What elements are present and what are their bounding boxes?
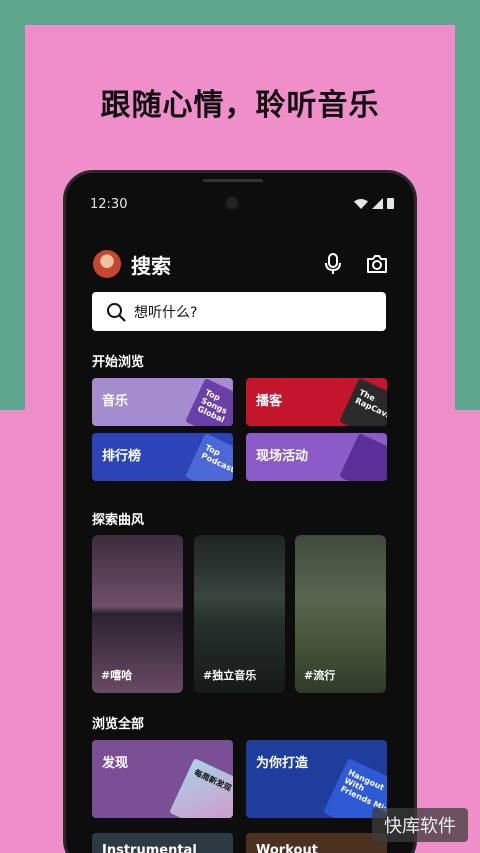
art-text: 每周新发现 [192, 767, 233, 793]
promo-headline: 跟随心情，聆听音乐 [25, 80, 455, 124]
tile-label: Workout [256, 843, 318, 853]
tile-artwork: Top Songs Global [185, 378, 233, 426]
watermark: 快库软件 [372, 808, 468, 842]
status-time: 12:30 [90, 197, 128, 212]
genre-card-hiphop[interactable]: #嘻哈 [92, 535, 183, 693]
tile-label: 排行榜 [102, 449, 142, 464]
tile-label: 现场活动 [256, 449, 309, 464]
search-input[interactable]: 想听什么? [92, 292, 386, 331]
genre-label: #嘻哈 [101, 669, 133, 682]
search-icon [107, 302, 126, 322]
art-text: Top Songs Global [196, 387, 229, 425]
tile-label: Instrumental [102, 843, 197, 853]
camera-button[interactable] [365, 252, 389, 276]
genre-card-indie[interactable]: #独立音乐 [194, 535, 285, 693]
tile-charts[interactable]: 排行榜 Top Podcasts [92, 433, 233, 481]
headline-part1: 跟随 [100, 88, 163, 123]
microphone-icon [325, 253, 341, 274]
phone-speaker [203, 179, 263, 182]
section-title-genres: 探索曲风 [92, 513, 145, 528]
header-actions [321, 252, 389, 276]
search-header: 搜索 [93, 249, 389, 279]
tile-artwork: Top Podcasts [185, 433, 233, 481]
camera-icon [367, 255, 387, 273]
tile-made-for-you[interactable]: 为你打造 Hangout With Friends Mix [246, 740, 387, 818]
headline-part3: ，聆听音乐 [224, 88, 380, 123]
genre-label: #独立音乐 [203, 669, 257, 682]
tile-artwork: The RapCaviar [339, 378, 387, 426]
phone-frame: 12:30 搜索 想听什么? 开始浏览 音乐 Top Songs Global … [63, 170, 417, 853]
status-icons [354, 198, 394, 209]
headline-part2: 心情 [162, 88, 225, 123]
wifi-icon [354, 198, 368, 209]
tile-music[interactable]: 音乐 Top Songs Global [92, 378, 233, 426]
tile-label: 为你打造 [256, 756, 309, 771]
page-title: 搜索 [131, 253, 171, 278]
signal-icon [372, 198, 383, 209]
search-placeholder: 想听什么? [134, 304, 198, 321]
front-camera [224, 195, 240, 211]
tile-label: 音乐 [102, 394, 129, 409]
tile-discover[interactable]: 发现 每周新发现 [92, 740, 233, 818]
genre-label: #流行 [304, 669, 336, 682]
tile-label: 发现 [102, 756, 129, 771]
tile-podcasts[interactable]: 播客 The RapCaviar [246, 378, 387, 426]
tile-artwork [339, 433, 387, 481]
tile-workout[interactable]: Workout [246, 833, 387, 853]
genre-card-pop[interactable]: #流行 [295, 535, 386, 693]
tile-label: 播客 [256, 394, 283, 409]
section-title-all: 浏览全部 [92, 717, 145, 732]
tile-live-events[interactable]: 现场活动 [246, 433, 387, 481]
tile-artwork: 每周新发现 [169, 758, 233, 818]
microphone-button[interactable] [321, 252, 345, 276]
battery-icon [387, 198, 394, 209]
tile-instrumental[interactable]: Instrumental [92, 833, 233, 853]
section-title-browse: 开始浏览 [92, 355, 145, 370]
art-text: The RapCaviar [353, 387, 387, 424]
avatar[interactable] [93, 250, 121, 278]
art-text: Top Podcasts [199, 442, 233, 477]
